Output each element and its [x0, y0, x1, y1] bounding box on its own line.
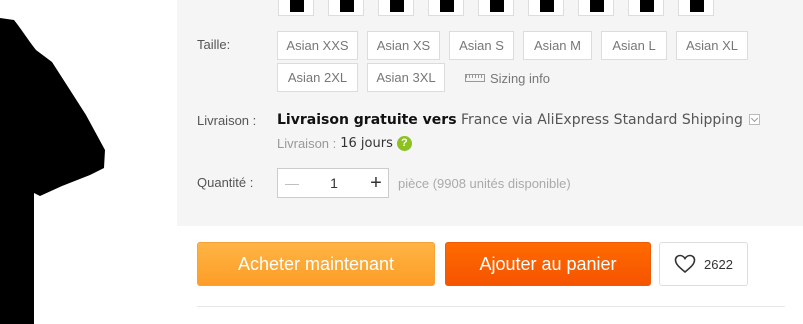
quantity-decrease-button[interactable]: — [278, 169, 306, 197]
swatch-color [540, 0, 554, 12]
color-swatch[interactable] [578, 0, 614, 16]
size-option-asian-2xl[interactable]: Asian 2XL [277, 63, 358, 92]
ruler-icon [465, 74, 485, 82]
stock-availability: pièce (9908 unités disponible) [398, 176, 571, 191]
quantity-label: Quantité : [197, 175, 254, 190]
wishlist-count: 2622 [704, 256, 733, 272]
swatch-color [640, 0, 654, 12]
size-option-asian-s[interactable]: Asian S [449, 31, 514, 60]
product-tshirt-image [0, 18, 105, 324]
swatch-color [590, 0, 604, 12]
swatch-color [440, 0, 454, 12]
swatch-color [390, 0, 404, 12]
size-option-asian-l[interactable]: Asian L [601, 31, 667, 60]
sizing-info-label: Sizing info [490, 70, 550, 86]
color-swatch[interactable] [428, 0, 464, 16]
wishlist-button[interactable]: 2622 [659, 242, 748, 286]
delivery-estimate: Livraison : 16 jours ? [277, 136, 412, 151]
swatch-color [490, 0, 504, 12]
divider [197, 306, 785, 307]
shipping-label: Livraison : [197, 113, 257, 128]
delivery-estimate-value: 16 jours [340, 136, 393, 151]
quantity-input[interactable] [306, 169, 362, 197]
free-shipping-text: Livraison gratuite vers [277, 112, 457, 128]
sizing-info-link[interactable]: Sizing info [465, 70, 550, 86]
heart-icon [674, 254, 696, 274]
size-label: Taille: [197, 37, 231, 52]
add-to-cart-button[interactable]: Ajouter au panier [445, 242, 651, 286]
color-swatch[interactable] [628, 0, 664, 16]
color-swatch[interactable] [478, 0, 514, 16]
swatch-color [690, 0, 704, 12]
buy-now-button[interactable]: Acheter maintenant [197, 242, 435, 286]
shipping-destination-text: France via AliExpress Standard Shipping [461, 112, 743, 128]
product-image-area [0, 0, 177, 324]
color-swatch[interactable] [278, 0, 314, 16]
size-option-asian-xxs[interactable]: Asian XXS [277, 31, 358, 60]
shipping-method[interactable]: Livraison gratuite vers France via AliEx… [277, 112, 760, 128]
help-icon[interactable]: ? [396, 136, 412, 151]
size-option-asian-3xl[interactable]: Asian 3XL [367, 63, 445, 92]
chevron-down-icon[interactable] [748, 113, 760, 125]
delivery-estimate-label: Livraison : [277, 136, 337, 151]
quantity-stepper: — + [277, 168, 389, 198]
color-swatch[interactable] [378, 0, 414, 16]
quantity-increase-button[interactable]: + [362, 169, 390, 197]
swatch-color [340, 0, 354, 12]
size-option-asian-m[interactable]: Asian M [523, 31, 592, 60]
size-option-asian-xl[interactable]: Asian XL [676, 31, 748, 60]
swatch-color [290, 0, 304, 12]
size-option-asian-xs[interactable]: Asian XS [367, 31, 440, 60]
color-swatch[interactable] [328, 0, 364, 16]
color-swatch[interactable] [528, 0, 564, 16]
color-swatch[interactable] [678, 0, 714, 16]
